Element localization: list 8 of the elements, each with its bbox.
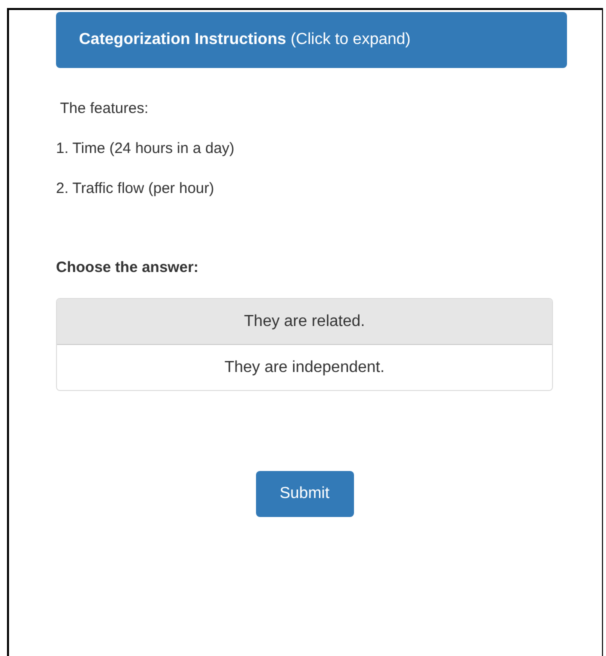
feature-item: 1. Time (24 hours in a day) <box>56 140 236 157</box>
answer-option[interactable]: They are related. <box>57 299 552 344</box>
feature-item: 2. Traffic flow (per hour) <box>56 180 216 197</box>
submit-button[interactable]: Submit <box>256 471 354 517</box>
instructions-header[interactable]: Categorization Instructions (Click to expand) <box>56 12 567 68</box>
features-intro: The features: <box>60 100 150 117</box>
answer-option[interactable]: They are independent. <box>57 344 552 390</box>
question-label: Choose the answer: <box>56 259 200 276</box>
